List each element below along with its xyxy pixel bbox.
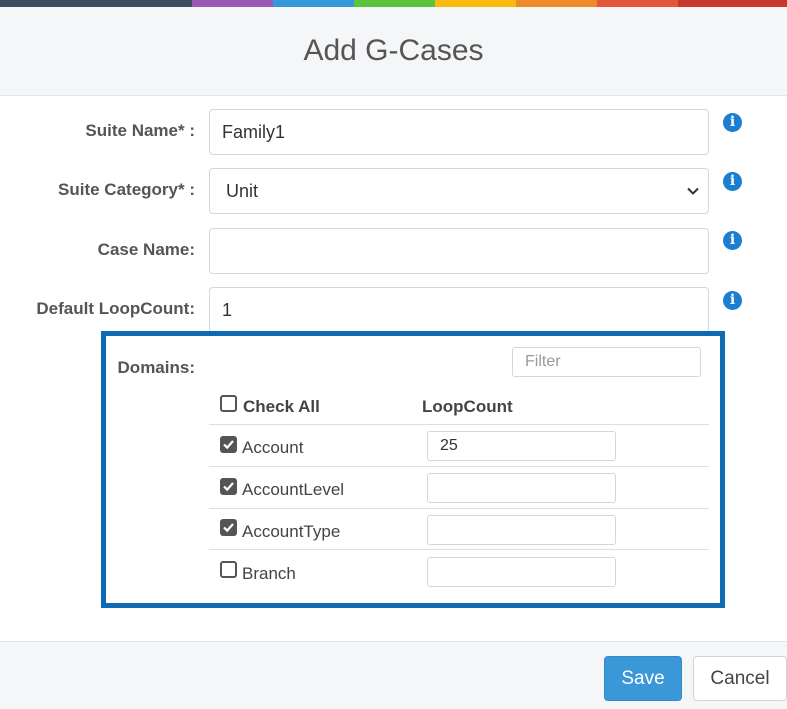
suite-name-input[interactable]: Family1 [209,109,709,155]
suite-category-value: Unit [226,181,259,201]
domain-checkbox[interactable] [220,436,237,453]
stripe-segment [516,0,597,7]
domain-name: Account [242,438,304,457]
domain-loopcount-input[interactable] [427,515,616,545]
cancel-button[interactable]: Cancel [693,656,787,701]
info-icon[interactable]: i [723,231,742,250]
case-name-label: Case Name: [97,240,195,259]
check-all-checkbox[interactable] [220,395,237,412]
stripe-segment [354,0,435,7]
domain-checkbox[interactable] [220,561,237,578]
row-divider [209,508,709,509]
stripe-segment [678,0,787,7]
domain-name: AccountType [242,522,341,541]
domains-filter-input[interactable]: Filter [512,347,701,377]
stripe-segment [192,0,273,7]
suite-name-label: Suite Name* : [85,121,195,140]
info-icon[interactable]: i [723,291,742,310]
check-icon [223,482,234,492]
domains-label: Domains: [117,358,195,377]
domain-name: Branch [242,564,296,583]
stripe-segment [0,0,192,7]
stripe-segment [273,0,354,7]
info-icon[interactable]: i [723,172,742,191]
check-icon [223,523,234,533]
info-icon[interactable]: i [723,113,742,132]
domain-checkbox[interactable] [220,478,237,495]
check-all-label: Check All [243,397,320,416]
domain-name: AccountLevel [242,480,345,499]
domain-loopcount-input[interactable]: 25 [427,431,616,461]
case-name-input[interactable] [209,228,709,274]
row-divider [209,549,709,550]
default-loopcount-label: Default LoopCount: [36,299,195,318]
suite-category-label: Suite Category* : [58,180,195,199]
row-divider [209,424,709,425]
dialog-title: Add G-Cases [303,34,484,67]
chevron-down-icon [687,187,699,195]
top-color-stripe [0,0,787,7]
row-divider [209,466,709,467]
domain-checkbox[interactable] [220,519,237,536]
stripe-segment [597,0,678,7]
dialog-header: Add G-Cases [0,7,787,96]
suite-category-select[interactable]: Unit [209,168,709,214]
stripe-segment [435,0,516,7]
domain-loopcount-input[interactable] [427,473,616,503]
default-loopcount-input[interactable]: 1 [209,287,709,333]
domain-loopcount-input[interactable] [427,557,616,587]
save-button[interactable]: Save [604,656,682,701]
loopcount-column-header: LoopCount [422,397,513,416]
check-icon [223,440,234,450]
